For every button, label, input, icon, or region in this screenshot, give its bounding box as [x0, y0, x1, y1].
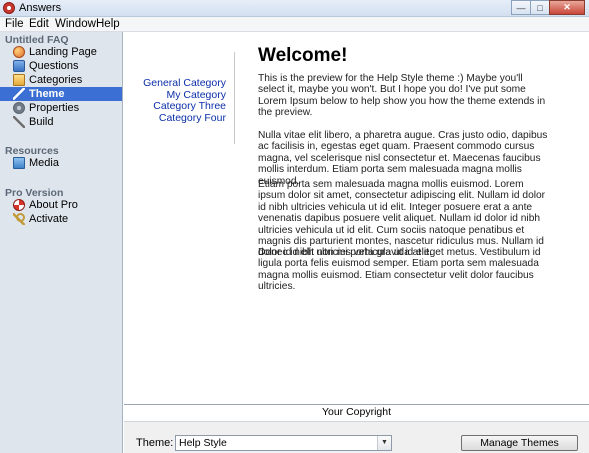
chevron-down-icon[interactable]: ▼	[377, 436, 391, 450]
sidebar-item-properties[interactable]: Properties	[0, 101, 122, 115]
sidebar-item-media[interactable]: Media	[0, 156, 122, 170]
app-logo-icon	[3, 2, 15, 14]
theme-dropdown-value: Help Style	[179, 437, 227, 449]
sidebar-item-questions[interactable]: Questions	[0, 59, 122, 73]
categories-icon	[13, 74, 25, 86]
window-controls: — □ ✕	[511, 0, 585, 15]
sidebar: Untitled FAQ Landing Page Questions Cate…	[0, 32, 123, 453]
questions-icon	[13, 60, 25, 72]
close-button[interactable]: ✕	[549, 0, 585, 15]
sidebar-item-landing-page[interactable]: Landing Page	[0, 45, 122, 59]
preview-paragraph: This is the preview for the Help Style t…	[258, 73, 546, 119]
footer-divider	[124, 404, 589, 405]
theme-brush-icon	[13, 88, 25, 100]
preview-heading: Welcome!	[258, 45, 348, 66]
title-bar: Answers — □ ✕	[0, 0, 589, 17]
theme-preview: General Category My Category Category Th…	[124, 32, 589, 404]
sidebar-item-categories[interactable]: Categories	[0, 73, 122, 87]
build-wrench-icon	[13, 116, 25, 128]
sidebar-item-label: Media	[29, 157, 59, 169]
category-list: General Category My Category Category Th…	[124, 77, 226, 125]
category-link[interactable]: General Category	[124, 77, 226, 90]
preview-paragraph: Donec id elit non mi porta gravida at eg…	[258, 247, 541, 293]
menu-bar: File Edit Window Help	[0, 17, 589, 32]
menu-window[interactable]: Window	[55, 18, 96, 30]
sidebar-item-label: Categories	[29, 74, 83, 86]
globe-icon	[13, 46, 25, 58]
maximize-button[interactable]: □	[530, 0, 550, 15]
theme-label: Theme:	[136, 437, 174, 449]
menu-help[interactable]: Help	[96, 18, 120, 30]
manage-themes-button[interactable]: Manage Themes	[461, 435, 578, 451]
category-link[interactable]: Category Four	[124, 112, 226, 125]
media-icon	[13, 157, 25, 169]
key-icon	[13, 213, 25, 225]
sidebar-item-label: Properties	[29, 102, 80, 114]
sidebar-item-build[interactable]: Build	[0, 115, 122, 129]
sidebar-item-label: Activate	[29, 213, 69, 225]
theme-toolbar: Theme: Help Style ▼ Manage Themes	[124, 421, 589, 453]
sidebar-item-theme[interactable]: Theme	[0, 87, 122, 101]
sidebar-item-about-pro[interactable]: About Pro	[0, 198, 122, 212]
sidebar-item-label: Build	[29, 116, 54, 128]
sidebar-item-label: Theme	[29, 88, 65, 100]
theme-dropdown[interactable]: Help Style ▼	[175, 435, 392, 451]
menu-file[interactable]: File	[5, 18, 24, 30]
sidebar-item-label: Questions	[29, 60, 79, 72]
category-link[interactable]: Category Three	[124, 100, 226, 113]
menu-edit[interactable]: Edit	[29, 18, 49, 30]
divider	[234, 52, 235, 144]
sidebar-item-label: Landing Page	[29, 46, 97, 58]
preview-footer: Your Copyright	[321, 406, 392, 418]
sidebar-item-label: About Pro	[29, 199, 78, 211]
window-title: Answers	[19, 2, 62, 14]
properties-gear-icon	[13, 102, 25, 114]
sidebar-item-activate[interactable]: Activate	[0, 212, 122, 226]
lifebuoy-icon	[13, 199, 25, 211]
minimize-button[interactable]: —	[511, 0, 531, 15]
